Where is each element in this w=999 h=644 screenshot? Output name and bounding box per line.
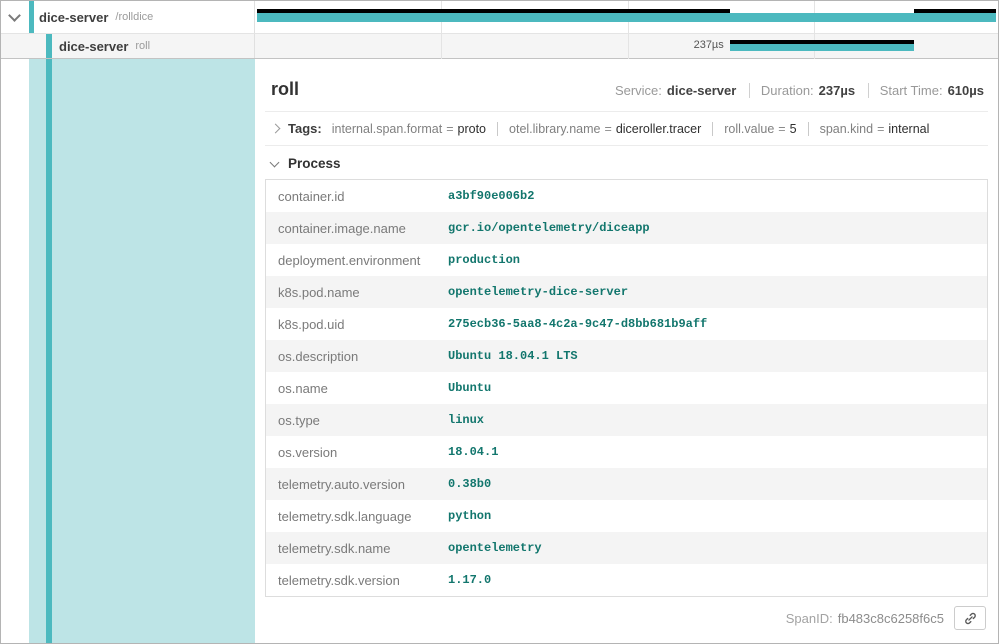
- process-row: telemetry.sdk.languagepython: [266, 500, 987, 532]
- jaeger-trace-detail-view: dice-server /rolldice dice-server roll 2…: [0, 0, 999, 644]
- span-name-cell[interactable]: dice-server roll: [1, 34, 255, 58]
- collapse-process-icon[interactable]: [270, 157, 280, 167]
- span-color-accent: [29, 1, 34, 33]
- critical-path-segment: [257, 9, 730, 13]
- meta-start-time: Start Time:610µs: [868, 83, 984, 98]
- link-icon: [963, 611, 978, 626]
- timeline-cell[interactable]: [255, 1, 998, 33]
- span-id-value: fb483c8c6258f6c5: [838, 611, 944, 626]
- operation-name: /rolldice: [115, 11, 153, 23]
- span-detail-panel: roll Service:dice-server Duration:237µs …: [255, 59, 998, 643]
- meta-service: Service:dice-server: [615, 83, 736, 98]
- collapse-children-icon[interactable]: [8, 9, 21, 22]
- span-bar-roll[interactable]: [730, 44, 914, 51]
- tag-item: internal.span.format=proto: [332, 122, 486, 136]
- critical-path-segment: [914, 9, 996, 13]
- process-row: telemetry.sdk.nameopentelemetry: [266, 532, 987, 564]
- span-row-rolldice[interactable]: dice-server /rolldice: [1, 1, 998, 34]
- process-row: os.descriptionUbuntu 18.04.1 LTS: [266, 340, 987, 372]
- expand-tags-icon[interactable]: [271, 124, 281, 134]
- operation-name: roll: [135, 40, 150, 52]
- span-id-label: SpanID:: [786, 611, 833, 626]
- tags-accordion[interactable]: Tags: internal.span.format=proto otel.li…: [265, 112, 988, 146]
- timeline-cell[interactable]: 237µs: [255, 34, 998, 58]
- tag-item: roll.value=5: [712, 122, 796, 136]
- span-name-cell[interactable]: dice-server /rolldice: [1, 1, 255, 33]
- deep-link-button[interactable]: [954, 606, 986, 630]
- span-duration-label: 237µs: [694, 39, 724, 51]
- process-row: k8s.pod.nameopentelemetry-dice-server: [266, 276, 987, 308]
- span-detail-footer: SpanID: fb483c8c6258f6c5: [265, 597, 988, 639]
- tag-item: span.kind=internal: [808, 122, 930, 136]
- process-row: container.image.namegcr.io/opentelemetry…: [266, 212, 987, 244]
- span-meta: Service:dice-server Duration:237µs Start…: [615, 83, 984, 98]
- span-operation-title: roll: [271, 79, 299, 100]
- service-name: dice-server: [39, 10, 108, 25]
- process-row: container.ida3bf90e006b2: [266, 180, 987, 212]
- critical-path-segment: [730, 40, 914, 44]
- indent-guide-stripe: [46, 59, 52, 643]
- process-row: deployment.environmentproduction: [266, 244, 987, 276]
- tag-item: otel.library.name=diceroller.tracer: [497, 122, 701, 136]
- span-bar-rolldice[interactable]: [257, 13, 996, 22]
- process-row: telemetry.sdk.version1.17.0: [266, 564, 987, 596]
- span-row-roll[interactable]: dice-server roll 237µs: [1, 34, 998, 59]
- process-table: container.ida3bf90e006b2 container.image…: [265, 179, 988, 597]
- process-row: k8s.pod.uid275ecb36-5aa8-4c2a-9c47-d8bb6…: [266, 308, 987, 340]
- process-row: os.typelinux: [266, 404, 987, 436]
- meta-duration: Duration:237µs: [749, 83, 855, 98]
- span-color-accent: [46, 34, 52, 58]
- process-row: os.version18.04.1: [266, 436, 987, 468]
- process-row: telemetry.auto.version0.38b0: [266, 468, 987, 500]
- process-accordion[interactable]: Process: [265, 146, 988, 179]
- service-name: dice-server: [59, 39, 128, 54]
- selected-span-color-block: [29, 59, 255, 643]
- span-detail-header: roll Service:dice-server Duration:237µs …: [265, 59, 988, 112]
- process-row: os.nameUbuntu: [266, 372, 987, 404]
